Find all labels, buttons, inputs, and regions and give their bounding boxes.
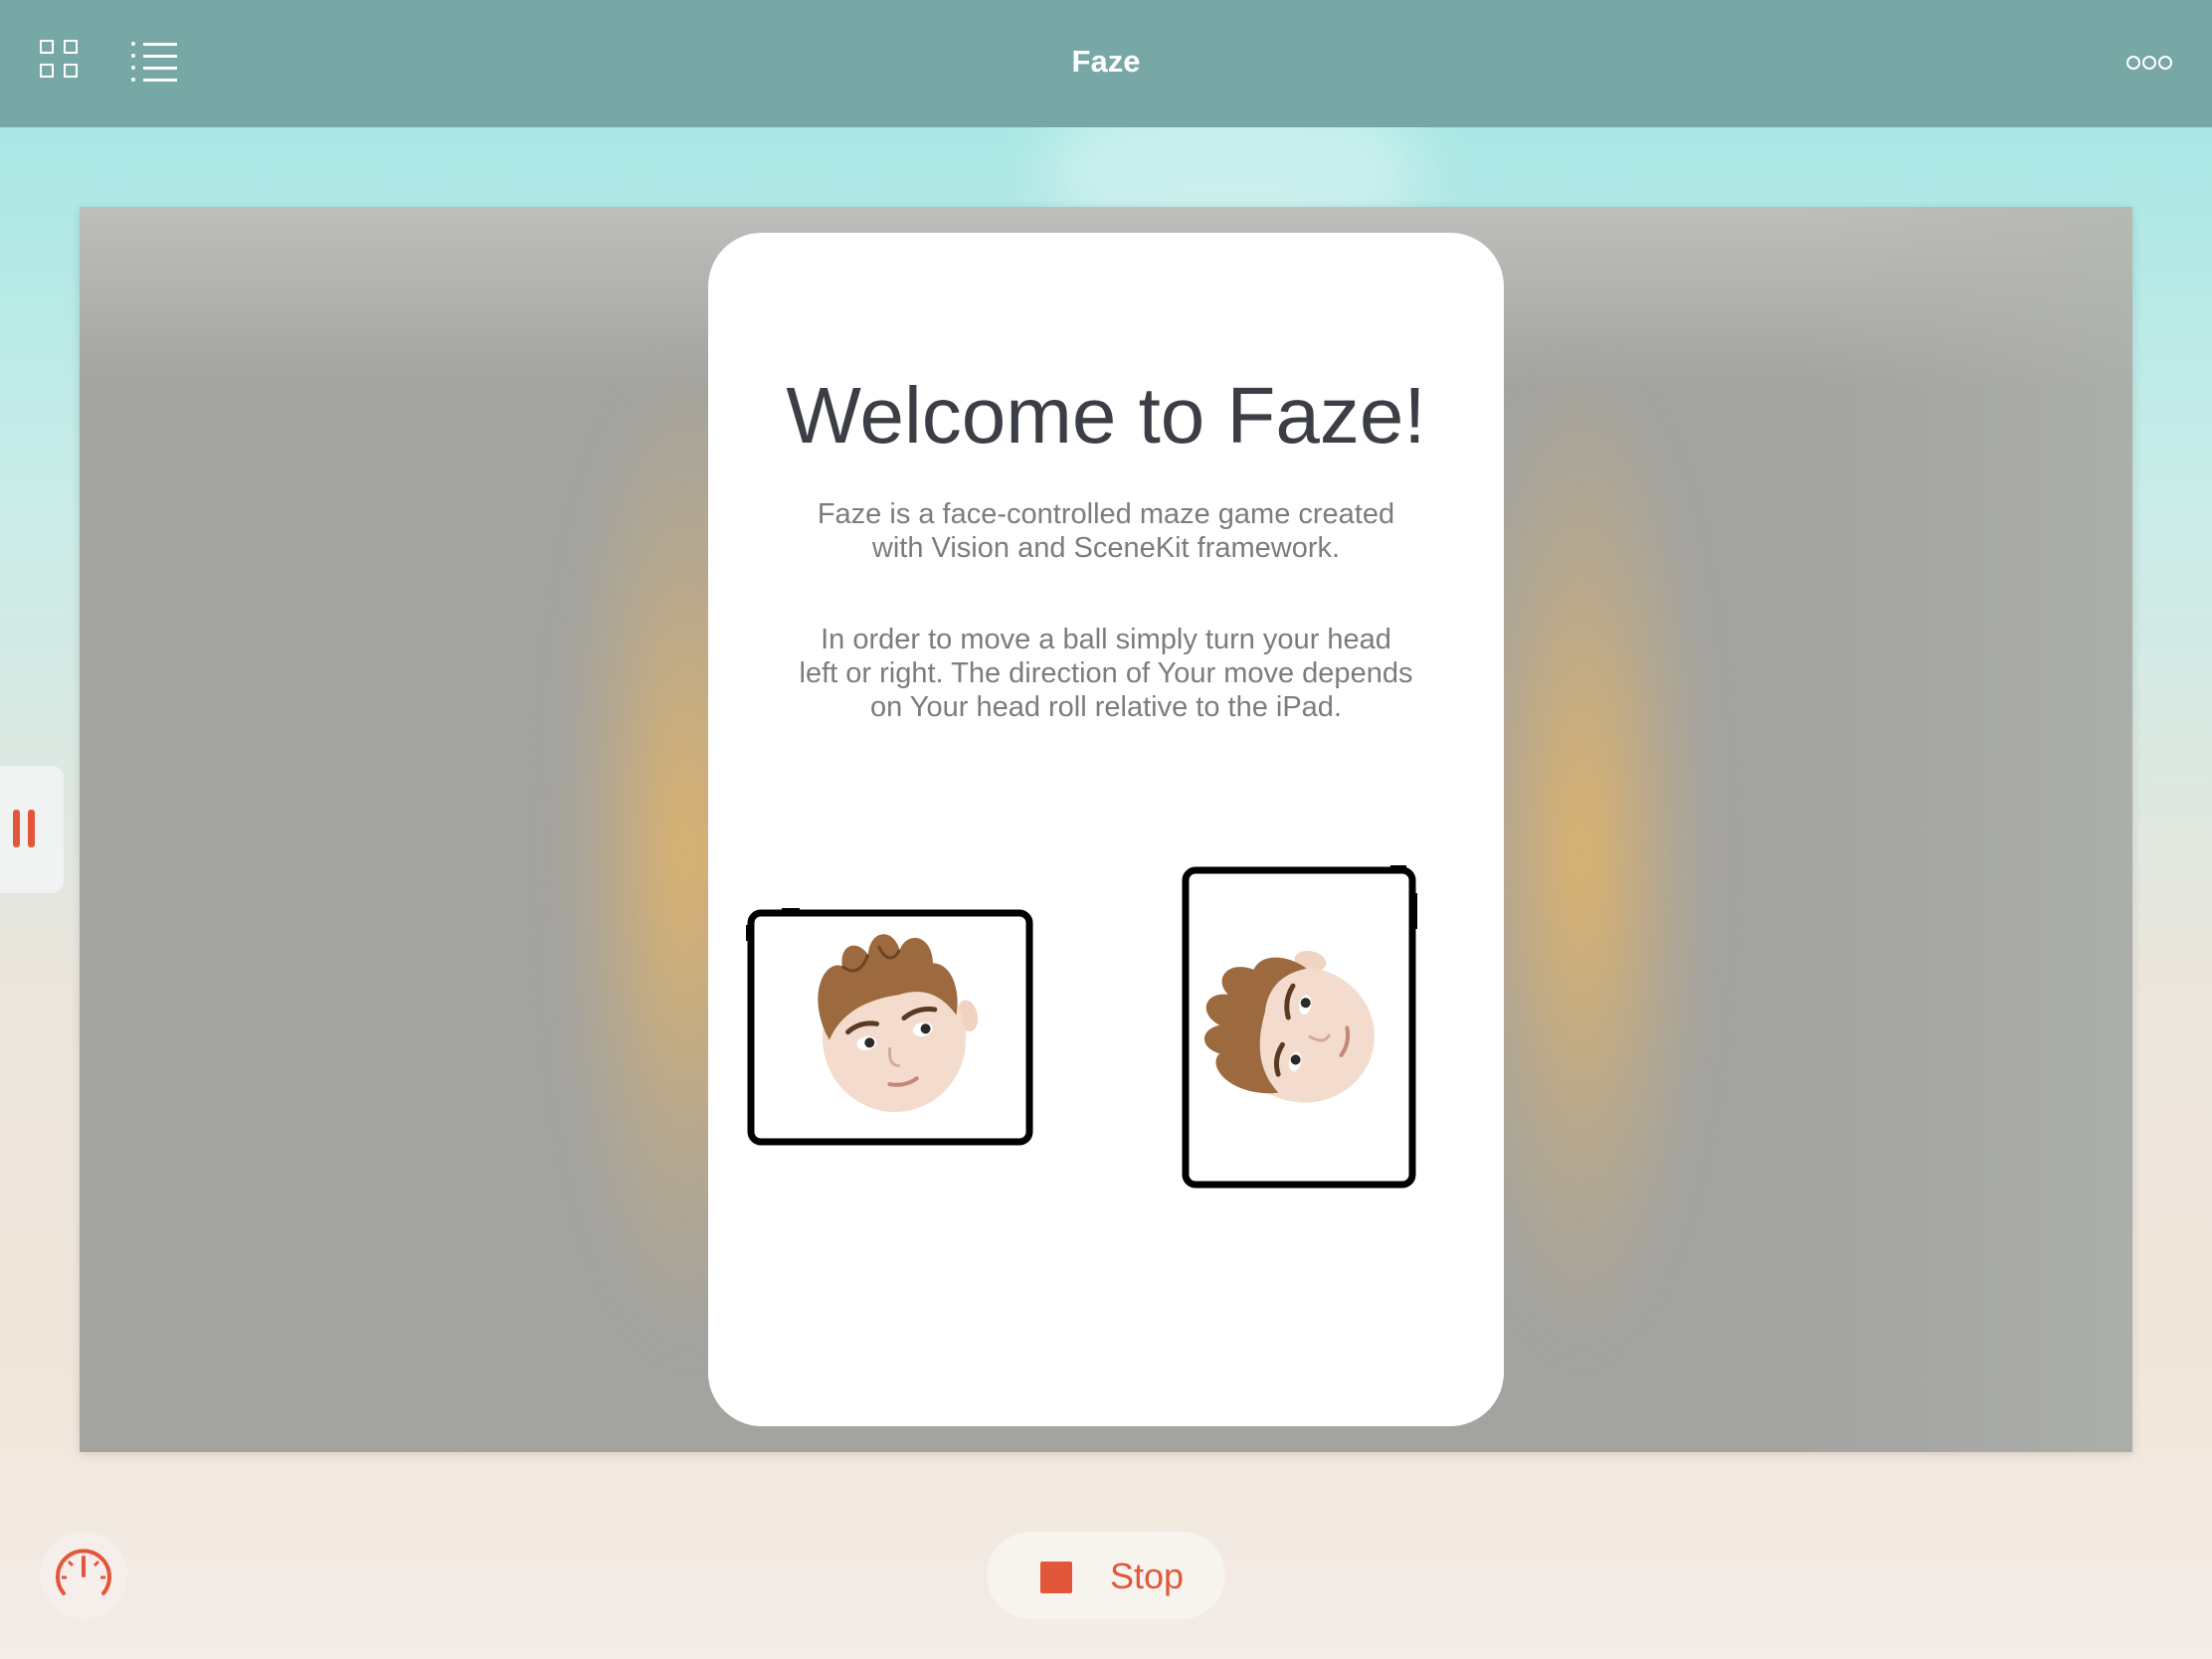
ellipsis-icon[interactable] <box>2126 56 2172 72</box>
stop-label: Stop <box>1110 1556 1185 1596</box>
stop-square-icon <box>1040 1562 1072 1593</box>
welcome-heading: Welcome to Faze! <box>786 371 1426 460</box>
instructions-text: In order to move a ball simply turn your… <box>799 624 1413 723</box>
pause-button[interactable] <box>0 766 64 893</box>
ipad-portrait-illustration <box>1182 865 1417 1189</box>
stage-right-shade <box>1794 207 2132 1452</box>
pause-icon-bar <box>28 810 35 847</box>
speedometer-button[interactable] <box>40 1532 127 1619</box>
speedometer-icon <box>56 1549 111 1595</box>
welcome-card: Welcome to Faze! Faze is a face-controll… <box>708 233 1504 1426</box>
stop-button[interactable]: Stop <box>987 1532 1225 1619</box>
app-title: Faze <box>1071 44 1141 79</box>
pause-icon <box>13 810 20 847</box>
top-toolbar: Faze <box>0 0 2212 127</box>
ipad-landscape-illustration <box>746 908 1033 1146</box>
intro-text: Faze is a face-controlled maze game crea… <box>817 498 1395 564</box>
